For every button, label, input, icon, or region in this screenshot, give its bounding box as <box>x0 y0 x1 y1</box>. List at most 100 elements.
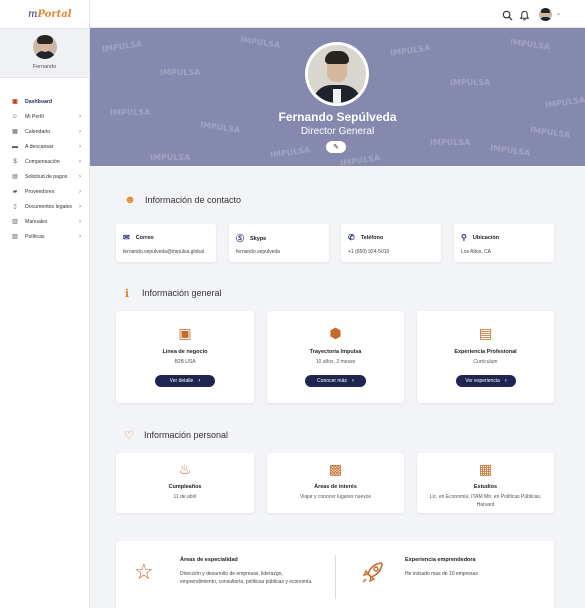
chevron-down-icon[interactable]: ⌄ <box>556 10 561 17</box>
chevron-right-icon: › <box>79 158 81 165</box>
truck-icon: ▰ <box>12 189 18 195</box>
chevron-right-icon: › <box>79 173 81 180</box>
hero-watermark: IMPULSA <box>101 39 143 54</box>
avatar[interactable] <box>539 8 552 21</box>
sidebar-item-calendario[interactable]: ▦ Calendario › <box>0 124 89 139</box>
resume-icon: ▤ <box>478 325 493 341</box>
contact-card-location[interactable]: ⚲ Ubicación Los Altos, CA <box>454 224 554 262</box>
card-subtitle: Lic. en Economía, ITAM Mtr. en Políticas… <box>429 494 542 508</box>
impulsa-logo-icon: ⬢ <box>329 325 342 341</box>
portal-logo[interactable]: m Portal <box>0 0 89 28</box>
rocket-icon <box>360 559 386 591</box>
contact-label: Ubicación <box>472 234 500 241</box>
payment-icon: ▤ <box>12 174 18 180</box>
star-icon: ☆ <box>134 559 154 584</box>
profile-avatar <box>305 42 369 106</box>
chevron-right-icon: › <box>79 128 81 135</box>
chevron-right-icon: › <box>79 203 81 210</box>
money-icon: $ <box>13 158 17 165</box>
view-experience-button[interactable]: Ver experiencia › <box>456 375 516 387</box>
card-title: Estudios <box>473 484 498 490</box>
contact-value: fernando.sepulveda@impulsa.global <box>123 249 204 255</box>
card-subtitle: 11 de abril <box>173 494 197 500</box>
view-detail-button[interactable]: Ver detalle › <box>155 375 215 387</box>
chevron-right-icon: › <box>504 378 507 384</box>
chevron-right-icon: › <box>79 188 81 195</box>
policy-icon: ▧ <box>12 234 18 240</box>
sidebar-item-label: Mi Perfil <box>25 113 44 120</box>
sidebar-user: Fernando <box>0 28 89 78</box>
button-label: Conocer más <box>317 378 347 384</box>
profile-role: Director General <box>300 126 375 137</box>
calendar-icon: ▦ <box>12 129 18 135</box>
contact-card-email[interactable]: ✉ Correo fernando.sepulveda@impulsa.globa… <box>116 224 216 262</box>
interests-icon: ▩ <box>328 461 343 477</box>
sidebar-item-manuales[interactable]: ▥ Manuales › <box>0 214 89 229</box>
expertise-title: Áreas de especialidad <box>180 557 238 563</box>
chevron-right-icon: › <box>198 378 201 384</box>
sidebar-item-compensacion[interactable]: $ Compensación › <box>0 154 89 169</box>
sidebar-item-proveedores[interactable]: ▰ Proveedores › <box>0 184 89 199</box>
personal-section-title: ♡ Información personal <box>122 428 228 442</box>
contact-card-skype[interactable]: Ⓢ Skype fernando.sepulveda <box>229 224 329 262</box>
card-title: Línea de negocio <box>162 349 208 355</box>
topbar: ⌄ <box>90 0 585 28</box>
sidebar-item-documentos-legales[interactable]: ▯ Documentos legales › <box>0 199 89 214</box>
sidebar-item-politicas[interactable]: ▧ Políticas › <box>0 229 89 244</box>
sidebar-item-mi-perfil[interactable]: ☺ Mi Perfil › <box>0 109 89 124</box>
learn-more-button[interactable]: Conocer más › <box>305 375 366 387</box>
contact-label: Correo <box>135 234 154 241</box>
sidebar-item-label: Documentos legales <box>25 203 73 210</box>
sidebar-item-solicitud-de-pagos[interactable]: ▤ Solicitud de pagos › <box>0 169 89 184</box>
hero-watermark: IMPULSA <box>339 153 381 166</box>
user-icon: ☺ <box>11 113 19 120</box>
sidebar-item-label: A descansar <box>25 143 54 150</box>
divider <box>335 555 336 599</box>
hero-watermark: IMPULSA <box>544 95 585 110</box>
entrepreneur-title: Experiencia emprendedora <box>405 557 476 563</box>
hero-watermark: IMPULSA <box>239 35 281 50</box>
expertise-text: Dirección y desarrollo de empresas, lide… <box>180 571 313 585</box>
pencil-icon: ✎ <box>333 144 339 151</box>
bell-icon[interactable] <box>518 9 530 21</box>
profile-hero: IMPULSA IMPULSA IMPULSA IMPULSA IMPULSA IMPUL… <box>90 28 585 166</box>
hero-watermark: IMPULSA <box>509 37 551 52</box>
general-card-business-line: ▣ Línea de negocio B2B USA Ver detalle › <box>116 311 254 403</box>
card-title: Áreas de interés <box>314 484 357 490</box>
documents-icon: ▯ <box>13 204 17 210</box>
card-subtitle: B2B USA <box>174 359 196 365</box>
diploma-icon: ▦ <box>478 461 493 477</box>
contact-value: Los Altos, CA <box>461 249 492 255</box>
section-title-text: Información de contacto <box>145 195 242 205</box>
hero-watermark: IMPULSA <box>160 68 201 77</box>
card-title: Cumpleaños <box>168 484 202 490</box>
button-label: Ver detalle <box>169 378 194 384</box>
contact-section-title: ☻ Información de contacto <box>123 193 241 207</box>
profile-name: Fernando Sepúlveda <box>278 110 397 124</box>
sidebar-item-dashboard[interactable]: ▣ Dashboard <box>0 94 89 109</box>
card-subtitle: Viajar y conocer lugares nuevos <box>299 494 372 500</box>
logo-name: Portal <box>37 8 72 20</box>
cake-icon: ♨ <box>178 461 192 477</box>
button-label: Ver experiencia <box>465 378 500 384</box>
search-icon[interactable] <box>501 9 513 21</box>
general-card-experience: ▤ Experiencia Profesional Curriculum Ver… <box>417 311 554 403</box>
chevron-right-icon: › <box>79 218 81 225</box>
book-icon: ▥ <box>12 219 18 225</box>
chevron-right-icon: › <box>351 378 354 384</box>
heart-person-icon: ♡ <box>124 429 134 442</box>
contact-card-phone[interactable]: ✆ Teléfono +1 (650) 924-5010 <box>341 224 441 262</box>
section-title-text: Información general <box>142 288 222 298</box>
mail-icon: ✉ <box>123 233 130 242</box>
contact-label: Teléfono <box>360 234 384 241</box>
dashboard-icon: ▣ <box>12 99 18 105</box>
sidebar-item-label: Calendario <box>25 128 51 135</box>
user-name: Fernando <box>32 64 57 70</box>
sidebar-item-label: Manuales <box>25 218 48 225</box>
avatar[interactable] <box>32 35 57 59</box>
sidebar-item-label: Dashboard <box>25 98 53 105</box>
card-subtitle: 10 años, 2 meses <box>315 359 356 365</box>
edit-profile-button[interactable]: ✎ <box>326 141 346 153</box>
sidebar-item-a-descansar[interactable]: ▬ A descansar › <box>0 139 89 154</box>
sidebar-item-label: Solicitud de pagos <box>25 173 68 180</box>
